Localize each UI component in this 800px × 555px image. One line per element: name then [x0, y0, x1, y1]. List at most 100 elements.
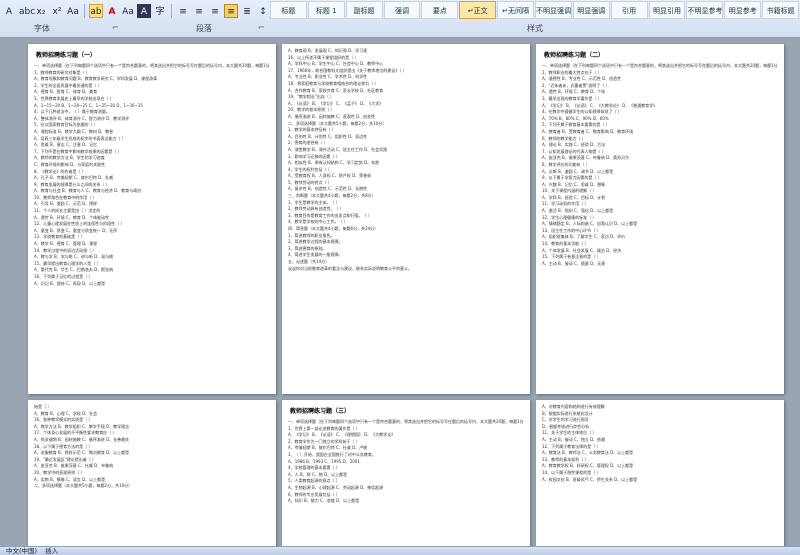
enclose-characters-button[interactable]: 字	[153, 4, 167, 18]
toolbar-divider	[171, 4, 172, 18]
paragraph-dialog-launcher-icon[interactable]: ⌐	[258, 23, 265, 32]
text-line: A、皮亚杰 B、维果茨基 C、布鲁纳 D、奥苏贝尔	[542, 155, 630, 161]
line-spacing-button[interactable]: ↕	[256, 4, 270, 18]
text-line: 一、单项选择题（在下列每题四个选项中只有一个是符合题意的，将其选出并把它的标号写…	[34, 63, 270, 68]
text-line: A、课程标准 B、教学大纲 C、教材 D、教参	[34, 128, 114, 134]
text-line: A、合作教育 B、家校共育 C、家长学校 D、社区教育	[288, 87, 384, 93]
text-line: 18、将家庭教育与学校教育相结合的理论称为（ ）	[288, 80, 379, 86]
text-line: 14、教育的基本功能（ ）	[542, 241, 589, 247]
distributed-align-button[interactable]: ≣	[240, 4, 254, 18]
text-line: A、生物起源 B、心理起源 C、劳动起源 D、神话起源	[288, 484, 384, 490]
text-line: B、根据实际进行系统化设计	[542, 410, 593, 416]
align-left-button[interactable]: ≡	[176, 4, 190, 18]
status-bar: 中文(中国) 插入	[0, 546, 800, 555]
text-line: 5、在以国家教育目标为依据的（ ）	[34, 122, 98, 128]
superscript-button[interactable]: x²	[50, 4, 64, 18]
character-shading-button[interactable]: Aa	[121, 4, 135, 18]
text-line: 8、《教学论》的作者是（ ）	[34, 168, 86, 174]
text-line: A、德育 B、智育 C、体育 D、美育	[34, 89, 98, 95]
style-item[interactable]: ↵正文	[459, 1, 497, 19]
document-page-5[interactable]: 教师招聘练习题（三） 一、单项选择题（在下列每题四个选项中只有一个是符合题意的，将…	[282, 400, 530, 546]
style-item[interactable]: 强调	[383, 1, 421, 19]
text-line: 14、教学过程中的双边活动指（ ）	[34, 247, 97, 253]
font-color-button[interactable]: A	[105, 4, 119, 18]
text-line: 始是（ ）	[34, 404, 52, 409]
paragraph-group-label: 段落	[196, 24, 212, 33]
align-center-button[interactable]: ≡	[192, 4, 206, 18]
text-line: 16、下列属于记忆的过程是（ ）	[34, 274, 93, 279]
text-line: 3、最早出现的教育学著作是（ ）	[542, 95, 602, 101]
text-line: 5、下列不属于教育基本要素的是（ ）	[542, 122, 610, 128]
language-indicator[interactable]: 中文(中国)	[6, 547, 37, 555]
style-item[interactable]: 引用	[610, 1, 648, 19]
text-line: 三、判断题（本大题共4小题，每题2分，共8分）	[288, 193, 376, 199]
justify-button[interactable]: ≡	[224, 4, 238, 18]
text-line: A、1986 B、1993 C、1995 D、2001	[288, 458, 360, 464]
document-workspace[interactable]: 教师招聘练习题（一） 一、单项选择题（在下列每题四个选项中只有一个是符合题意的，将…	[0, 38, 800, 546]
style-item[interactable]: 不明显强调	[535, 1, 572, 19]
text-line: A、《学记》 B、《论语》 C、《大教学论》 D、《普通教育学》	[542, 102, 658, 108]
page-heading: 教师招聘练习题（三）	[290, 408, 351, 415]
text-line: 2、教育学作为一门独立的学科始于（ ）	[288, 438, 360, 444]
style-item[interactable]: 明显引用	[648, 1, 686, 19]
text-line: 7、下列不是在教育中影响教学效果的因素是（ ）	[34, 148, 122, 154]
text-line: A、组织班集体 B、了解学生 C、家访 D、评价	[542, 234, 626, 240]
text-line: A、校园文化 B、班级风气 C、师生关系 D、以上都是	[542, 476, 638, 482]
text-line: 一、单项选择题（在下列每题四个选项中只有一个是符合题意的，将其选出并把它的标号写…	[288, 419, 524, 424]
styles-group-label: 样式	[527, 24, 543, 33]
text-line: 6、教师的教学能力（ ）	[542, 135, 586, 141]
insert-mode-indicator[interactable]: 插入	[45, 547, 58, 555]
font-size-button[interactable]: A	[2, 4, 16, 18]
text-line: A、教师的教学方法 B、学生的学习态度	[34, 155, 105, 161]
text-line: A、课堂教学 B、课外活动 C、班主任工作 D、社会实践	[288, 146, 388, 152]
text-line: 4、在教学中遵循学生的认知规律体现了（ ）	[542, 109, 622, 115]
text-line: A、循序渐进 B、因材施教 C、直观性 D、启发性	[288, 113, 376, 119]
text-line: A、遗传 B、环境 C、教育 D、个体能动性	[34, 214, 110, 220]
strikethrough-button[interactable]: abc	[18, 4, 35, 18]
text-line: A、孔子 B、夸美纽斯 C、赫尔巴特 D、杜威	[34, 175, 114, 181]
text-line: A、桑代克 B、华生 C、巴甫洛夫 D、斯金纳	[34, 267, 114, 273]
style-item[interactable]: 副标题	[345, 1, 383, 19]
text-line: 3、教育目的是教育工作的出发点和归宿。（ ）	[288, 212, 372, 218]
document-page-1[interactable]: 教师招聘练习题（一） 一、单项选择题（在下列每题四个选项中只有一个是符合题意的，将…	[28, 44, 276, 394]
text-line: 3、世界教育发展史上最早的学校出现在（ ）	[34, 95, 114, 101]
style-item[interactable]: 明显参考	[724, 1, 762, 19]
text-line: 15、最早提出教育心理学的人是（ ）	[34, 260, 101, 266]
text-line: 20、教学的根本原则（ ）	[288, 107, 335, 113]
text-line: A、《学记》 B、《论语》 C、《理想国》 D、《大教学论》	[288, 432, 396, 438]
text-line: A、说服教育 B、榜样示范 C、陶冶教育 D、以上都是	[34, 450, 130, 456]
document-page-3[interactable]: 教师招聘练习题（二） 一、单项选择题（在下列每题四个选项中只有一个是符合题意的，将…	[536, 44, 784, 394]
font-dialog-launcher-icon[interactable]: ⌐	[112, 23, 119, 32]
style-item[interactable]: 标题 1	[307, 1, 345, 19]
text-line: 五、论述题（共14分）	[288, 259, 330, 264]
style-item[interactable]: ↵无间隔	[497, 1, 535, 19]
document-page-4[interactable]: 始是（ ） A、教育 B、心理 C、学校 D、社会 16、各种教学模式的实质是（ ）…	[28, 400, 276, 546]
text-line: D、根据考核进行综合分析	[542, 423, 590, 429]
text-line: A、复杂性 B、创造性 C、示范性 D、长期性	[288, 186, 368, 192]
text-line: 4、教学是学校的中心工作。（ ）	[288, 219, 348, 225]
style-item[interactable]: 标题	[270, 1, 307, 19]
document-page-2[interactable]: A、教育观 B、发展观 C、知识观 D、学习观 16、以上所述不属于课程组织的是（…	[282, 44, 530, 394]
text-line: 13、班主任工作的中心环节（ ）	[542, 227, 601, 233]
highlight-color-button[interactable]: ab	[89, 4, 103, 18]
text-line: 1、教师职业的最大特点在于（ ）	[542, 69, 602, 75]
text-line: 5、人类教育起源的观点（ ）	[288, 478, 340, 484]
text-line: 6、培养三年级学生形成的初步的书面表达能力（ ）	[34, 135, 126, 141]
text-line: 1、世界上第一部论述教育的著作是（ ）	[288, 425, 360, 431]
text-line: 10、关于课程内涵的理解（ ）	[542, 188, 597, 194]
align-right-button[interactable]: ≡	[208, 4, 222, 18]
style-item[interactable]: 书籍标题	[762, 1, 800, 19]
style-item[interactable]: 不明显参考	[686, 1, 724, 19]
text-line: A、学科中心 B、学生中心 C、社会中心 D、教师中心	[288, 61, 384, 67]
document-page-6[interactable]: A、对教育内容和结构进行有效理解 B、根据实际进行系统化设计 C、对学生的学习进行指…	[536, 400, 784, 546]
change-case-button[interactable]: Aa	[66, 4, 80, 18]
text-line: 二、多项选择题（本大题共5小题，每题2分，共10分）	[288, 120, 387, 126]
text-line: 5、教师劳动的特点（ ）	[288, 179, 332, 185]
text-line: 19、"教学相长"出自（ ）	[288, 94, 335, 100]
style-item[interactable]: 明显强调	[572, 1, 610, 19]
character-border-button[interactable]: A	[137, 4, 151, 18]
style-item[interactable]: 要点	[421, 1, 459, 19]
text-line: C、对学生的学习进行指导	[542, 417, 589, 423]
subscript-button[interactable]: x₂	[34, 4, 48, 18]
text-line: 3、（ ）开始，我国在全国推行了初中义务教育。	[288, 451, 376, 457]
